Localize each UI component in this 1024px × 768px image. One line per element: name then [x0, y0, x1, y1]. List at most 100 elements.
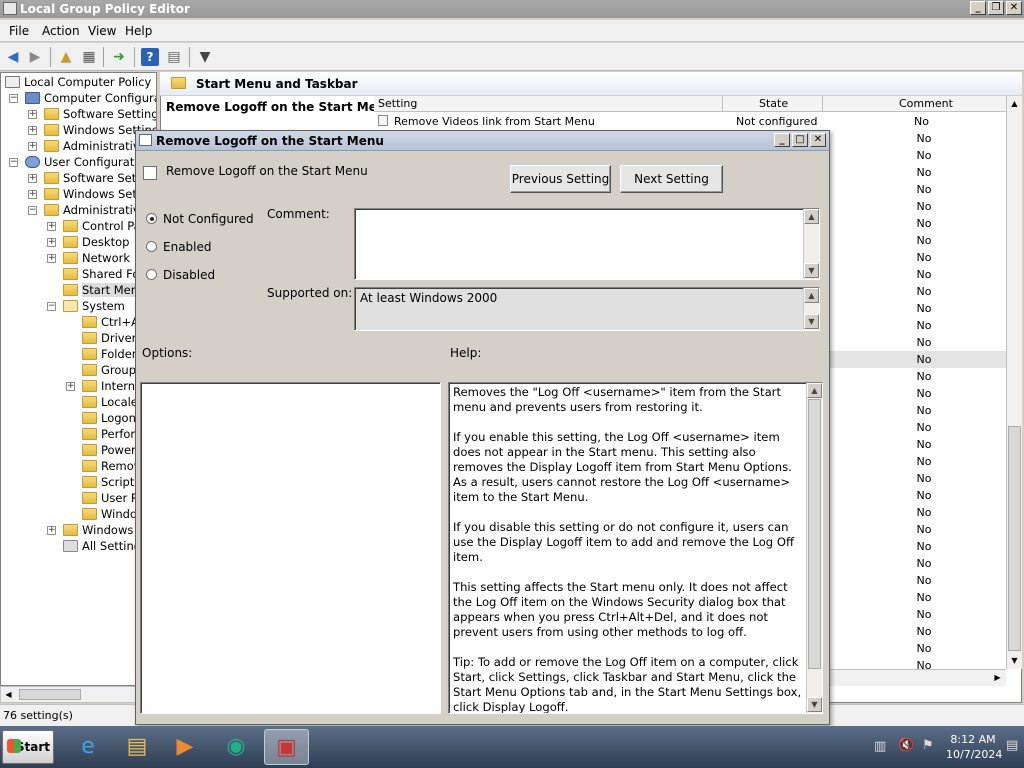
filter-icon[interactable]: ▼ — [196, 48, 214, 66]
menu-file[interactable]: File — [9, 24, 29, 38]
minimize-button[interactable]: _ — [970, 1, 986, 15]
tree-item-windows-components[interactable]: Windows C — [63, 522, 145, 538]
tree-item-control-panel[interactable]: Control Pa — [63, 218, 141, 234]
expand-icon[interactable]: + — [28, 142, 37, 151]
collapse-icon[interactable]: − — [9, 94, 18, 103]
expand-icon[interactable]: + — [47, 526, 56, 535]
expand-icon[interactable]: + — [28, 126, 37, 135]
forward-icon[interactable]: ▶ — [26, 48, 44, 66]
column-state[interactable]: State — [759, 97, 788, 110]
tree-item-folder[interactable]: Folder — [82, 346, 137, 362]
tree-item-windows-settings[interactable]: Windows Setti — [44, 186, 145, 202]
internet-explorer-icon[interactable]: e — [68, 729, 108, 765]
radio-circle[interactable] — [146, 241, 157, 252]
action-center-flag-icon[interactable]: ⚑ — [922, 738, 934, 753]
console-tree[interactable]: Local Computer Policy − Computer Configu… — [0, 72, 157, 686]
radio-circle[interactable] — [146, 213, 157, 224]
tree-item-local-computer-policy[interactable]: Local Computer Policy — [5, 74, 151, 90]
radio-enabled[interactable]: Enabled — [146, 239, 212, 255]
group-policy-toolbox-icon[interactable]: ▣ — [264, 729, 309, 765]
radio-not-configured[interactable]: Not Configured — [146, 211, 254, 227]
collapse-icon[interactable]: − — [47, 302, 56, 311]
scroll-down-icon[interactable]: ▼ — [807, 697, 822, 712]
scroll-thumb[interactable] — [808, 399, 821, 669]
table-row[interactable]: Remove Videos link from Start Menu Not c… — [378, 114, 1005, 130]
windows-icon[interactable]: ◉ — [216, 729, 256, 765]
column-setting[interactable]: Setting — [378, 97, 417, 110]
tree-item-performance[interactable]: Perfor — [82, 426, 135, 442]
tree-item-user-profiles[interactable]: User P — [82, 490, 138, 506]
scroll-up-icon[interactable]: ▲ — [807, 383, 822, 398]
tree-item-locale[interactable]: Locale — [82, 394, 138, 410]
tree-item-administrative[interactable]: Administrative — [44, 138, 147, 154]
close-button[interactable]: ✕ — [1006, 1, 1022, 15]
help-icon[interactable]: ? — [141, 48, 159, 66]
tree-item-software-settings[interactable]: Software Settings — [44, 106, 156, 122]
tree-item-logon[interactable]: Logon — [82, 410, 136, 426]
tree-item-internet[interactable]: Intern — [82, 378, 135, 394]
supported-scrollbar[interactable]: ▲ ▼ — [803, 288, 819, 330]
tree-item-administrative-templates[interactable]: Administrative — [44, 202, 147, 218]
dialog-minimize-button[interactable]: _ — [774, 133, 790, 147]
menu-view[interactable]: View — [88, 24, 116, 38]
show-hide-tree-icon[interactable]: ▦ — [80, 48, 98, 66]
tree-item-removable[interactable]: Remov — [82, 458, 141, 474]
tree-item-computer-configuration[interactable]: Computer Configuratio — [25, 90, 156, 106]
maximize-button[interactable]: ❐ — [988, 1, 1004, 15]
volume-muted-icon[interactable]: 🔇 — [898, 738, 914, 753]
expand-icon[interactable]: + — [47, 222, 56, 231]
collapse-icon[interactable]: − — [28, 206, 37, 215]
expand-icon[interactable]: + — [28, 110, 37, 119]
properties-icon[interactable]: ▤ — [165, 48, 183, 66]
window-titlebar[interactable]: Local Group Policy Editor _ ❐ ✕ — [0, 0, 1024, 18]
expand-icon[interactable]: + — [66, 382, 75, 391]
clock[interactable]: 8:12 AM 10/7/2024 — [946, 732, 1002, 762]
comment-scrollbar[interactable]: ▲ ▼ — [803, 209, 819, 279]
help-scrollbar[interactable]: ▲ ▼ — [806, 383, 822, 713]
previous-setting-button[interactable]: Previous Setting — [510, 165, 611, 193]
tree-item-desktop[interactable]: Desktop — [63, 234, 129, 250]
tree-item-system[interactable]: System — [63, 298, 125, 314]
scroll-thumb[interactable] — [19, 689, 81, 700]
tree-item-user-configuration[interactable]: User Configuration — [25, 154, 152, 170]
scroll-thumb[interactable] — [1008, 426, 1021, 651]
tree-horizontal-scrollbar[interactable]: ◀ ▶ — [0, 686, 157, 703]
scroll-left-icon[interactable]: ◀ — [1, 687, 16, 702]
scroll-down-icon[interactable]: ▼ — [1007, 653, 1022, 668]
up-folder-icon[interactable]: ▲ — [57, 48, 75, 66]
show-desktop-icon[interactable]: ▤ — [1006, 738, 1018, 753]
tree-item-start-menu[interactable]: Start Menu — [63, 282, 146, 298]
menu-action[interactable]: Action — [42, 24, 80, 38]
tree-item-software-settings[interactable]: Software Setti — [44, 170, 144, 186]
radio-circle[interactable] — [146, 269, 157, 280]
media-player-icon[interactable]: ▶ — [165, 729, 205, 765]
tree-item-power[interactable]: Power — [82, 442, 136, 458]
tree-item-group[interactable]: Group — [82, 362, 136, 378]
scroll-up-icon[interactable]: ▲ — [804, 209, 819, 224]
next-setting-button[interactable]: Next Setting — [620, 165, 723, 193]
tree-item-scripts[interactable]: Scripts — [82, 474, 140, 490]
tree-item-network[interactable]: Network — [63, 250, 130, 266]
comment-textarea[interactable]: ▲ ▼ — [354, 208, 820, 280]
tree-item-ctrl-alt-del[interactable]: Ctrl+A — [82, 314, 139, 330]
explorer-icon[interactable]: ▤ — [117, 729, 157, 765]
scroll-right-icon[interactable]: ▶ — [990, 670, 1005, 685]
expand-icon[interactable]: + — [47, 254, 56, 263]
dialog-close-button[interactable]: ✕ — [810, 133, 826, 147]
column-comment[interactable]: Comment — [899, 97, 953, 110]
tree-item-shared-folders[interactable]: Shared Fo — [63, 266, 139, 282]
export-list-icon[interactable]: ➜ — [110, 48, 128, 66]
scroll-up-icon[interactable]: ▲ — [1007, 96, 1022, 111]
expand-icon[interactable]: + — [47, 238, 56, 247]
list-vertical-scrollbar[interactable]: ▲ ▼ — [1006, 96, 1022, 669]
tree-item-windows[interactable]: Windo — [82, 506, 137, 522]
collapse-icon[interactable]: − — [9, 158, 18, 167]
dialog-titlebar[interactable]: Remove Logoff on the Start Menu _ □ ✕ — [136, 131, 829, 151]
tree-item-driver[interactable]: Driver — [82, 330, 136, 346]
radio-disabled[interactable]: Disabled — [146, 267, 215, 283]
scroll-down-icon[interactable]: ▼ — [804, 314, 819, 329]
back-icon[interactable]: ◀ — [4, 48, 22, 66]
network-icon[interactable]: ▥ — [874, 739, 886, 754]
expand-icon[interactable]: + — [28, 190, 37, 199]
start-button[interactable]: Start — [2, 730, 54, 764]
